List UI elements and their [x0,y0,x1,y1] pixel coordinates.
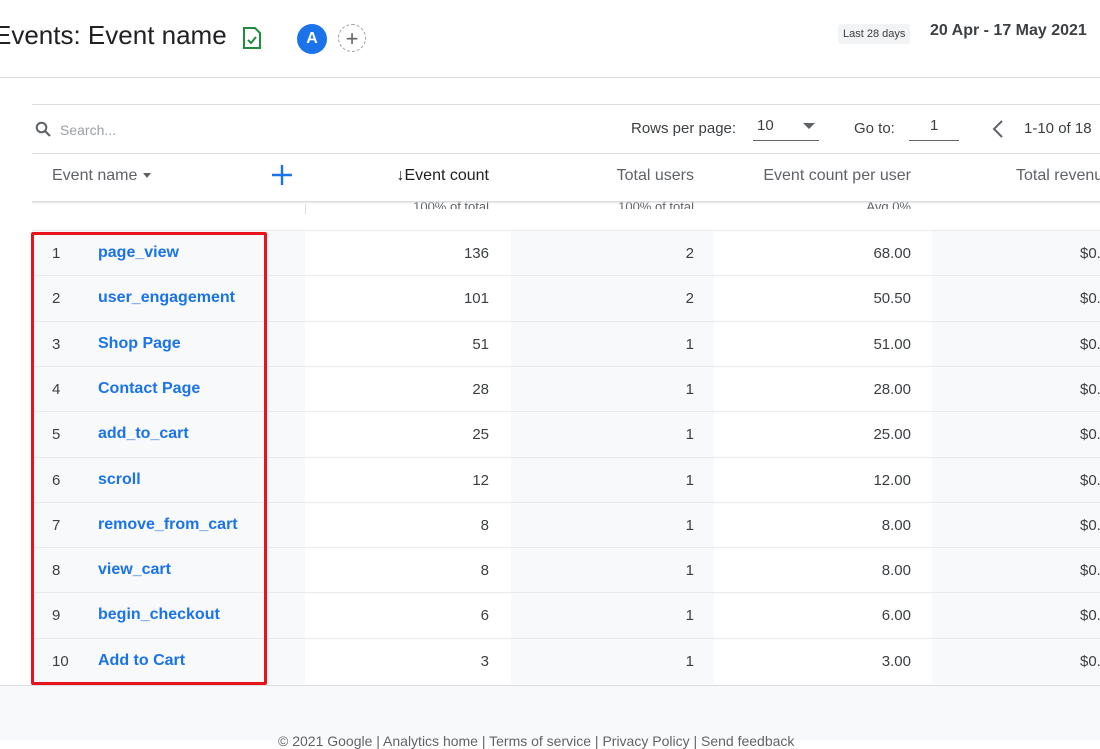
toolbar-divider [32,104,1100,105]
event-count-per-user-value: 68.00 [873,245,911,262]
total-users-value: 1 [685,472,694,489]
total-users-value: 2 [685,245,694,262]
event-count-per-user-value: 12.00 [873,472,911,489]
column-header-total-revenue[interactable]: Total revenue [1016,167,1100,185]
footer-text: © 2021 Google | Analytics home | Terms o… [278,733,795,749]
caret-down-icon [803,123,815,129]
cell-background [511,367,714,412]
cell-background [511,639,714,684]
cell-background [932,593,1100,638]
cell-background [306,548,509,593]
total-revenue-value: $0. [1080,653,1100,670]
rows-per-page-label: Rows per page: [631,120,737,137]
pagination-range: 1-10 of 18 [1024,120,1092,137]
event-count-per-user-value: 3.00 [881,653,911,670]
event-count-per-user-value: 25.00 [873,426,911,443]
cell-background [511,458,714,503]
go-to-label: Go to: [854,120,895,137]
column-header-event-count[interactable]: ↓Event count [397,167,490,185]
cell-background [511,322,714,367]
column-header-event-count-per-user[interactable]: Event count per user [763,167,911,185]
total-users-value: 1 [685,426,694,443]
total-users-value: 1 [685,517,694,534]
column-header-total-users[interactable]: Total users [617,167,694,185]
column-header-label: Event name [52,167,138,184]
cell-background [932,458,1100,503]
event-count-value: 8 [480,562,489,579]
table-header-divider [32,153,1100,154]
event-count-per-user-value: 51.00 [873,336,911,353]
cell-background [932,639,1100,684]
cell-background [306,639,509,684]
rows-per-page-value: 10 [757,117,774,134]
total-users-value: 2 [685,290,694,307]
event-count-value: 101 [463,290,489,307]
add-dimension-button[interactable] [269,162,295,188]
cell-background [511,503,714,548]
total-revenue-value: $0. [1080,381,1100,398]
table-header-shadow [32,201,1100,204]
cell-background [932,367,1100,412]
total-users-value: 1 [685,607,694,624]
event-count-value: 8 [480,517,489,534]
cell-background [932,412,1100,457]
cell-background [511,412,714,457]
annotation-highlight-box [31,232,267,685]
event-count-value: 12 [472,472,489,489]
cell-background [932,548,1100,593]
date-range-value[interactable]: 20 Apr - 17 May 2021 [930,22,1087,40]
cell-background [511,548,714,593]
chevron-left-icon[interactable] [990,118,1006,140]
event-count-per-user-value: 8.00 [881,562,911,579]
cell-background [511,593,714,638]
cell-background [306,593,509,638]
event-count-per-user-value: 50.50 [873,290,911,307]
total-users-value: 1 [685,336,694,353]
total-revenue-value: $0. [1080,245,1100,262]
cell-background [932,322,1100,367]
event-count-value: 6 [480,607,489,624]
rows-per-page-select[interactable]: 10 [753,114,819,141]
cell-background [306,503,509,548]
page-title: Events: Event name [0,20,227,50]
total-revenue-value: $0. [1080,562,1100,579]
cell-background [932,503,1100,548]
event-count-value: 51 [472,336,489,353]
cell-background [932,276,1100,321]
event-count-value: 136 [463,245,489,262]
cell-background [932,231,1100,276]
cell-background [511,276,714,321]
event-count-per-user-value: 8.00 [881,517,911,534]
event-count-value: 3 [480,653,489,670]
caret-down-icon [143,173,152,179]
total-revenue-value: $0. [1080,517,1100,534]
total-revenue-value: $0. [1080,426,1100,443]
comparison-avatar[interactable]: A [297,24,327,54]
doc-check-icon[interactable] [241,26,263,50]
total-revenue-value: $0. [1080,607,1100,624]
total-revenue-value: $0. [1080,290,1100,307]
search-icon [35,121,51,137]
total-revenue-value: $0. [1080,472,1100,489]
total-revenue-value: $0. [1080,336,1100,353]
event-count-per-user-value: 28.00 [873,381,911,398]
go-to-input[interactable]: 1 [909,114,959,141]
total-users-value: 1 [685,653,694,670]
add-comparison-button[interactable]: + [338,24,366,52]
event-count-value: 25 [472,426,489,443]
go-to-value: 1 [930,117,939,134]
total-users-value: 1 [685,562,694,579]
event-count-value: 28 [472,381,489,398]
date-range-chip[interactable]: Last 28 days [838,24,911,44]
event-count-per-user-value: 6.00 [881,607,911,624]
footer [0,686,1100,740]
search-input[interactable] [58,116,262,144]
total-users-value: 1 [685,381,694,398]
cell-background [511,231,714,276]
column-divider [305,204,306,214]
column-header-event-name[interactable]: Event name [52,167,152,185]
